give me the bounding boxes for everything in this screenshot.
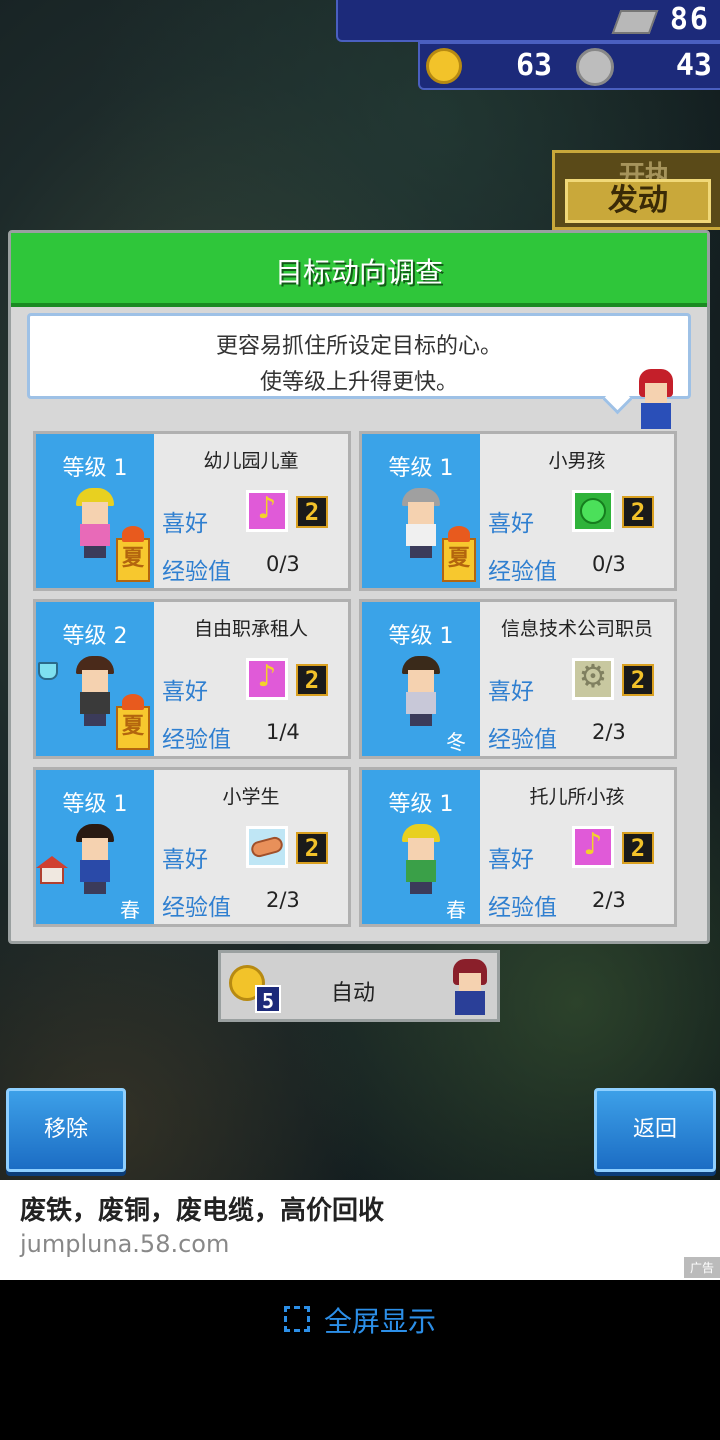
idea-bulb-icon	[426, 48, 462, 84]
coin-icon	[576, 48, 614, 86]
target-name: 托儿所小孩	[529, 786, 625, 808]
target-card[interactable]: 等级 1 春 托儿所小孩 喜好 2 经验值 2/3	[359, 767, 677, 927]
launch-label: 发动	[565, 179, 711, 223]
exp-value: 1/4	[266, 720, 300, 744]
remove-button[interactable]: 移除	[6, 1088, 126, 1172]
exp-label: 经验值	[162, 727, 231, 753]
card-side: 等级 1 夏	[36, 434, 154, 588]
summer-badge: 夏	[116, 526, 150, 582]
fullscreen-button[interactable]: 全屏显示	[0, 1300, 720, 1340]
dialog-header: 目标动向调查	[11, 233, 707, 307]
vegetable-icon	[572, 490, 614, 532]
exp-label: 经验值	[488, 559, 557, 585]
flask-icon	[38, 662, 58, 680]
house-icon	[36, 856, 68, 884]
target-character	[398, 488, 444, 558]
ad-title: 废铁，废铜，废电缆，高价回收	[20, 1196, 385, 1226]
target-level: 等级 1	[388, 456, 454, 481]
target-character	[398, 824, 444, 894]
target-card[interactable]: 等级 1 夏 小男孩 喜好 2 经验值 0/3	[359, 431, 677, 591]
message-bubble: 更容易抓住所设定目标的心。 使等级上升得更快。	[27, 313, 691, 415]
auto-button[interactable]: 5 自动	[218, 950, 500, 1022]
gear-icon	[572, 657, 614, 700]
target-character	[72, 488, 118, 558]
coin-value: 43	[675, 48, 712, 83]
like-label: 喜好	[162, 847, 208, 873]
card-side: 等级 1 春	[362, 770, 480, 924]
target-character	[398, 656, 444, 726]
summer-badge: 夏	[442, 526, 476, 582]
game-screen: 86 63 43 开执 发动 目标动向调查 更容易抓住所设定目标的心。 使等级上…	[0, 0, 720, 1180]
target-level: 等级 2	[62, 624, 128, 649]
music-icon	[246, 490, 288, 532]
season-label: 冬	[446, 730, 466, 754]
ad-url: jumpluna.58.com	[20, 1230, 230, 1258]
target-level: 等级 1	[62, 792, 128, 817]
like-label: 喜好	[162, 511, 208, 537]
like-label: 喜好	[162, 679, 208, 705]
back-button[interactable]: 返回	[594, 1088, 716, 1172]
like-label: 喜好	[488, 679, 534, 705]
season-label: 春	[120, 898, 140, 922]
preference-level: 2	[296, 832, 328, 864]
card-side: 等级 2 夏	[36, 602, 154, 756]
preference-level: 2	[622, 832, 654, 864]
exp-value: 2/3	[266, 888, 300, 912]
bread-icon	[246, 826, 288, 868]
preference-level: 2	[296, 664, 328, 696]
card-side: 等级 1 夏	[362, 434, 480, 588]
exp-label: 经验值	[488, 727, 557, 753]
card-side: 等级 1 冬	[362, 602, 480, 756]
exp-label: 经验值	[162, 895, 231, 921]
music-icon	[246, 658, 288, 700]
target-character	[72, 824, 118, 894]
message-line-1: 更容易抓住所设定目标的心。	[215, 334, 502, 359]
summer-badge: 夏	[116, 694, 150, 750]
exp-value: 0/3	[266, 552, 300, 576]
dialog-title: 目标动向调查	[274, 256, 443, 289]
expand-icon	[283, 1306, 310, 1332]
like-label: 喜好	[488, 511, 534, 537]
ticket-value: 86	[669, 2, 710, 37]
exp-value: 0/3	[592, 552, 626, 576]
season-label: 春	[446, 898, 466, 922]
message-line-2: 使等级上升得更快。	[259, 370, 458, 395]
exp-value: 2/3	[592, 720, 626, 744]
target-name: 自由职承租人	[193, 618, 308, 640]
preference-level: 2	[296, 496, 328, 528]
target-character	[72, 656, 118, 726]
target-name: 小学生	[222, 786, 280, 808]
resource-bar: 63 43	[418, 42, 720, 90]
exp-label: 经验值	[488, 895, 557, 921]
target-name: 小男孩	[548, 450, 606, 472]
secretary-avatar	[633, 369, 679, 429]
fullscreen-label: 全屏显示	[323, 1305, 436, 1338]
exp-label: 经验值	[162, 559, 231, 585]
target-card[interactable]: 等级 1 冬 信息技术公司职员 喜好 2 经验值 2/3	[359, 599, 677, 759]
ad-tag: 广告	[683, 1257, 720, 1278]
target-card[interactable]: 等级 1 春 小学生 喜好 2 经验值 2/3	[33, 767, 351, 927]
auto-cost: 5	[255, 985, 281, 1013]
like-label: 喜好	[488, 847, 534, 873]
target-level: 等级 1	[62, 456, 128, 481]
agent-avatar	[449, 959, 491, 1017]
target-level: 等级 1	[388, 624, 454, 649]
target-level: 等级 1	[388, 792, 454, 817]
target-card[interactable]: 等级 2 夏 自由职承租人 喜好 2 经验值 1/4	[33, 599, 351, 759]
exp-value: 2/3	[592, 888, 626, 912]
ticket-icon	[611, 10, 659, 34]
target-card[interactable]: 等级 1 夏 幼儿园儿童 喜好 2 经验值 0/3	[33, 431, 351, 591]
auto-label: 自动	[331, 981, 376, 1006]
preference-level: 2	[622, 496, 654, 528]
card-side: 等级 1 春	[36, 770, 154, 924]
target-name: 信息技术公司职员	[500, 618, 653, 640]
idea-value: 63	[516, 48, 553, 83]
music-icon	[572, 826, 614, 868]
preference-level: 2	[622, 664, 654, 696]
target-name: 幼儿园儿童	[203, 450, 299, 472]
target-survey-dialog: 目标动向调查 更容易抓住所设定目标的心。 使等级上升得更快。 等级 1 夏 幼儿…	[8, 230, 710, 944]
ad-banner[interactable]: 废铁，废铜，废电缆，高价回收 jumpluna.58.com 广告	[0, 1180, 720, 1280]
launch-button[interactable]: 开执 发动	[552, 150, 720, 230]
ticket-counter: 86	[336, 0, 720, 42]
